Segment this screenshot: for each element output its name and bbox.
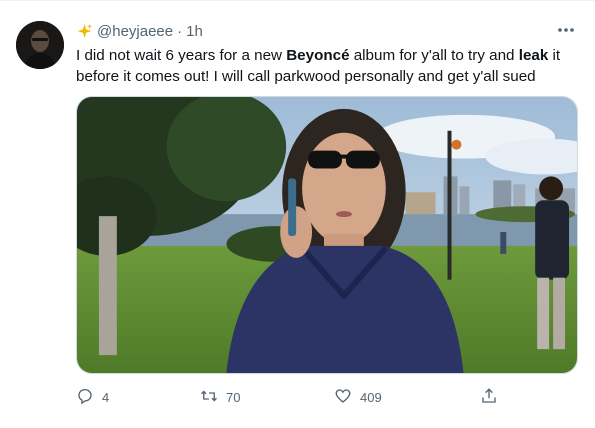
tweet-text-part: album for y'all to try and [349,47,519,64]
reply-icon [76,387,94,408]
separator-dot: · [177,22,183,40]
avatar[interactable] [16,21,64,69]
reply-button[interactable]: 4 [76,386,109,408]
tweet-text-bold: Beyoncé [286,47,350,64]
retweet-count: 70 [226,389,241,405]
user-handle[interactable]: @heyjaeee [97,23,173,40]
tweet-time[interactable]: 1h [186,23,203,40]
tweet-card[interactable]: @heyjaeee · 1h I did not wait 6 years fo… [0,0,595,428]
retweet-button[interactable]: 70 [200,386,240,408]
share-icon [480,387,498,408]
sparkles-icon [76,23,93,40]
like-button[interactable]: 409 [334,386,382,408]
retweet-icon [200,387,218,408]
tweet-header: @heyjaeee · 1h [76,22,203,40]
tweet-text-bold: leak [518,47,549,64]
tweet-text-part: I did not wait 6 years for a new [76,47,287,64]
more-options-icon[interactable] [555,21,577,39]
heart-icon [334,387,352,408]
like-count: 409 [360,389,382,405]
reply-count: 4 [102,389,110,405]
tweet-text: I did not wait 6 years for a new Beyoncé… [76,45,566,87]
share-button[interactable] [480,386,498,408]
tweet-media-photo[interactable] [76,96,578,374]
tweet-actions: 4 70 409 [76,386,536,408]
